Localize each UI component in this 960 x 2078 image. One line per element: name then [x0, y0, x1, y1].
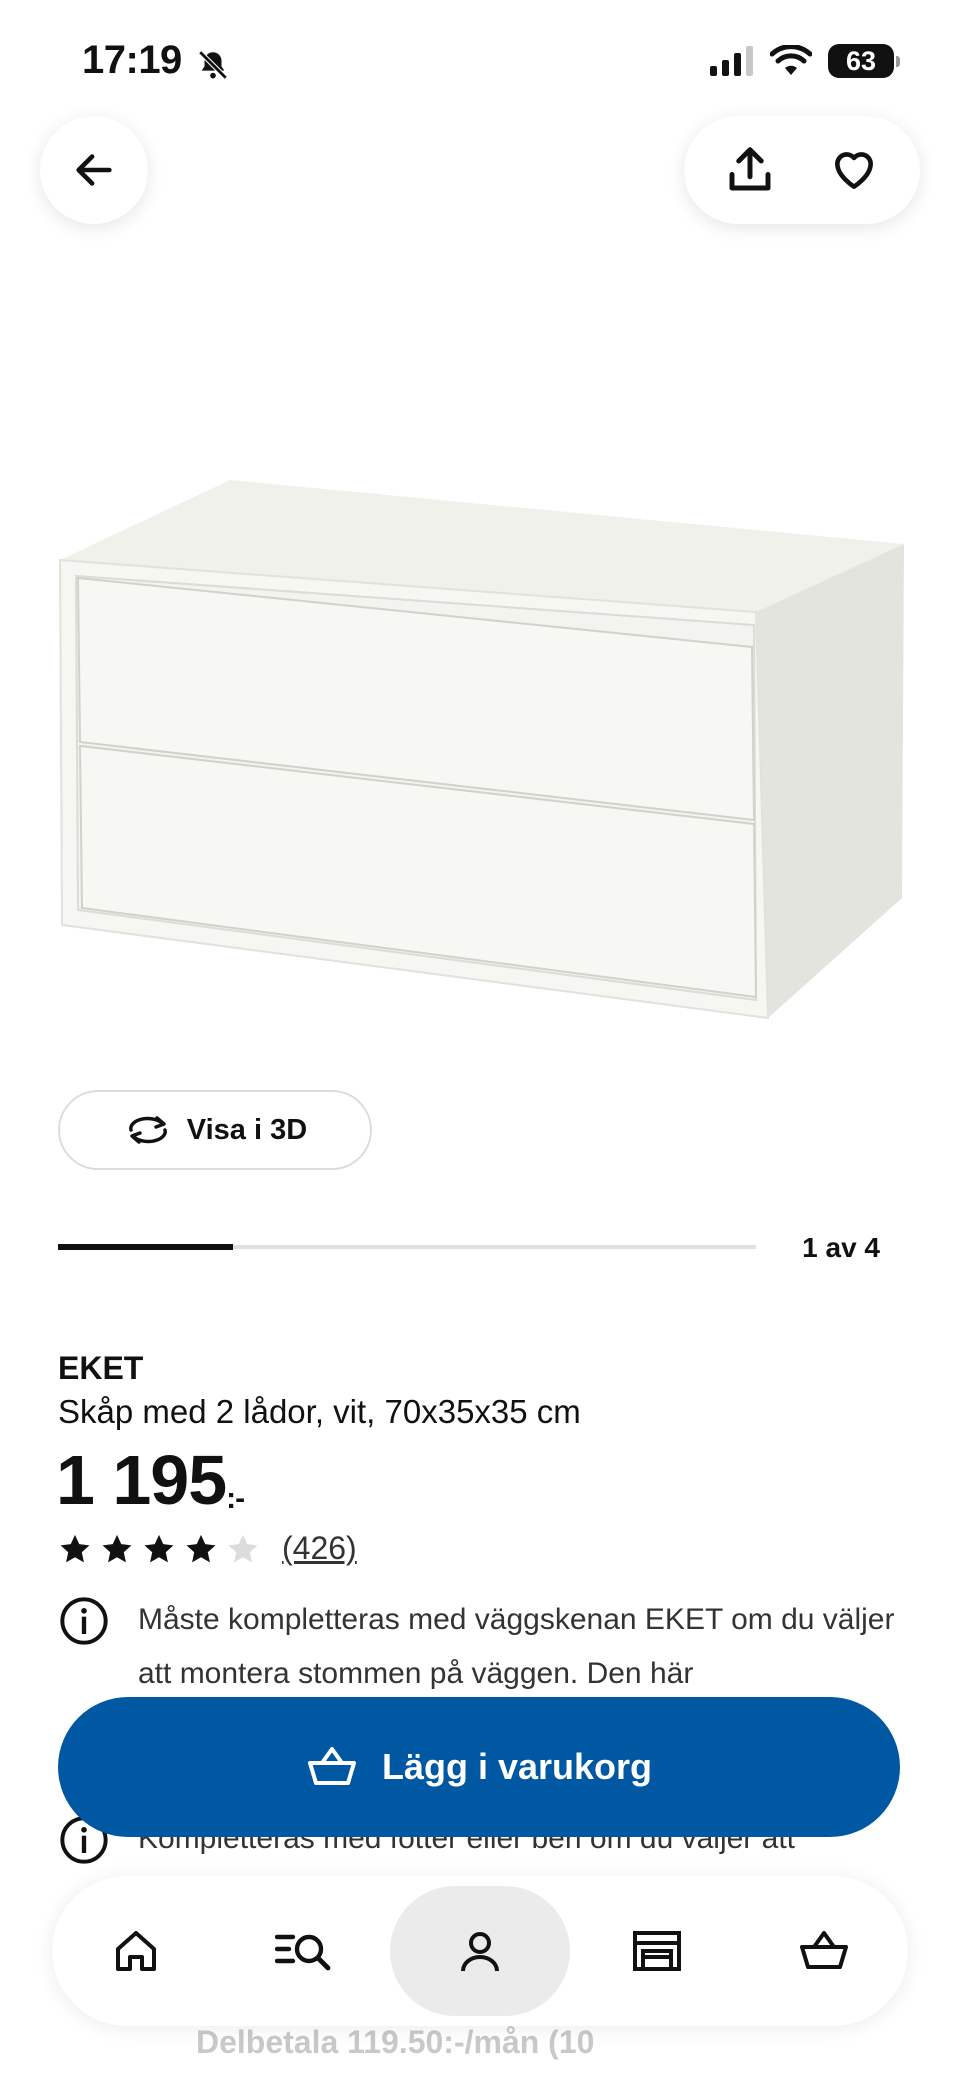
- action-buttons: [684, 116, 920, 224]
- add-to-cart-label: Lägg i varukorg: [381, 1746, 653, 1787]
- product-rating[interactable]: (426): [58, 1530, 357, 1567]
- back-button[interactable]: [40, 116, 148, 224]
- star-empty-icon: [228, 1534, 258, 1562]
- cellular-signal-icon: [710, 46, 753, 76]
- favorite-button[interactable]: [809, 125, 899, 215]
- nav-store[interactable]: [577, 1886, 737, 2016]
- store-icon: [633, 1931, 682, 1971]
- info-icon: [60, 1597, 108, 1645]
- bottom-nav: [52, 1876, 908, 2026]
- heart-icon: [835, 152, 873, 189]
- star-filled-icon: [144, 1534, 174, 1562]
- battery-level: 63: [845, 45, 877, 76]
- product-brand: EKET: [58, 1350, 144, 1386]
- view-3d-label: Visa i 3D: [186, 1113, 308, 1146]
- nav-search[interactable]: [223, 1886, 383, 2016]
- search-list-icon: [274, 1934, 331, 1971]
- info-note: Måste kompletteras med väggskenan EKET o…: [58, 1593, 908, 1701]
- view-3d-button[interactable]: Visa i 3D: [58, 1090, 372, 1170]
- product-price: 1 195:-: [56, 1440, 245, 1520]
- carousel-position: 1 av 4: [802, 1232, 880, 1263]
- share-icon: [729, 147, 771, 191]
- nav-profile[interactable]: [389, 1886, 570, 2016]
- carousel-progress: [58, 1244, 756, 1250]
- info-text: Måste kompletteras med väggskenan EKET o…: [138, 1603, 895, 1690]
- share-button[interactable]: [705, 125, 795, 215]
- home-icon: [115, 1931, 156, 1971]
- bell-slash-icon: [198, 50, 228, 80]
- product-image[interactable]: [56, 470, 906, 1030]
- rating-count[interactable]: (426): [282, 1530, 357, 1567]
- status-icons: 63: [710, 44, 900, 78]
- status-time: 17:19: [82, 38, 182, 82]
- wifi-icon: [770, 45, 812, 75]
- nav-home[interactable]: [56, 1886, 216, 2016]
- product-description: Skåp med 2 lådor, vit, 70x35x35 cm: [58, 1393, 581, 1430]
- star-filled-icon: [102, 1534, 132, 1562]
- star-filled-icon: [186, 1534, 216, 1562]
- price-value: 1 195: [56, 1441, 227, 1519]
- installment-text: Delbetala 119.50:-/mån (10: [196, 2024, 595, 2060]
- basket-icon: [800, 1931, 849, 1969]
- star-filled-icon: [60, 1534, 90, 1562]
- price-suffix: :-: [226, 1482, 245, 1515]
- add-to-cart-button[interactable]: Lägg i varukorg: [58, 1697, 900, 1837]
- battery-icon: 63: [828, 44, 900, 78]
- carousel-progress-fill: [58, 1244, 233, 1250]
- nav-cart[interactable]: [744, 1886, 904, 2016]
- profile-icon: [460, 1932, 499, 1972]
- basket-icon: [307, 1747, 356, 1785]
- rotate-3d-icon: [128, 1116, 167, 1144]
- rating-stars: [58, 1532, 260, 1566]
- back-arrow-icon: [76, 154, 112, 186]
